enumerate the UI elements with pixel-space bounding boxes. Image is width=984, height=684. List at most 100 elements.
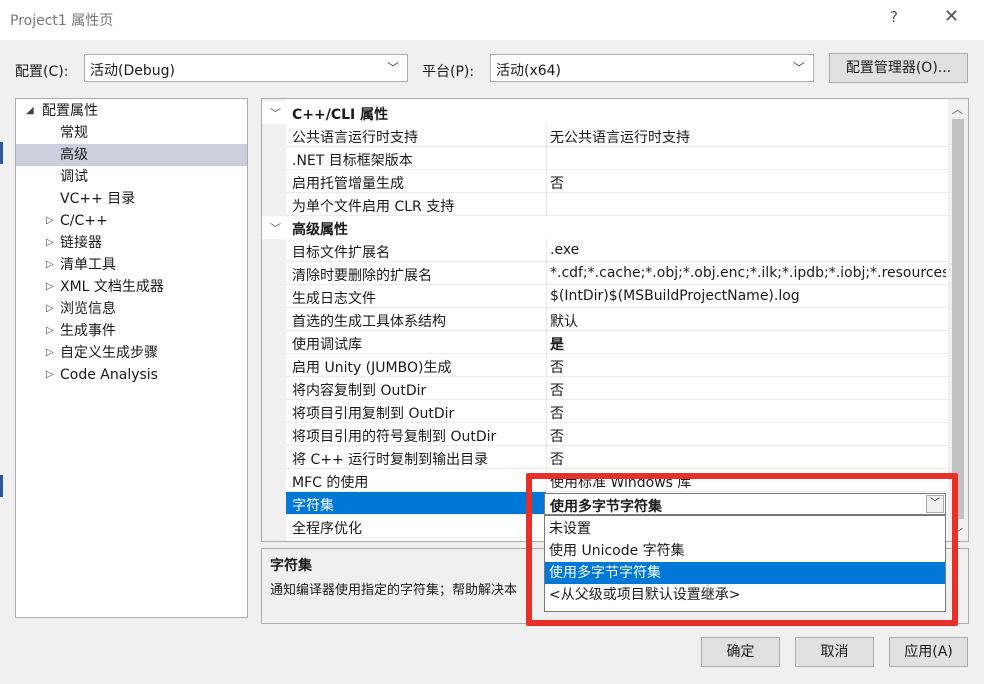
property-row[interactable]: 使用调试库 是 (286, 331, 948, 354)
property-row[interactable]: .NET 目标框架版本 (286, 147, 948, 170)
tree-item-advanced[interactable]: 高级 (16, 144, 247, 166)
property-name: 将项目引用的符号复制到 OutDir (292, 429, 497, 445)
property-name: 将项目引用复制到 OutDir (292, 406, 455, 422)
property-row[interactable]: 启用 Unity (JUMBO)生成 否 (286, 354, 948, 377)
collapsed-triangle-icon[interactable]: ▷ (46, 232, 54, 254)
property-name: 启用托管增量生成 (292, 176, 404, 192)
property-row[interactable]: 为单个文件启用 CLR 支持 (286, 193, 948, 216)
tree-item-label: C/C++ (60, 213, 108, 229)
category-advanced[interactable]: ﹀ 高级属性 (262, 216, 948, 239)
property-name: 目标文件扩展名 (292, 245, 390, 261)
tree-item-label: 浏览信息 (60, 301, 116, 317)
tree-item-custom-build[interactable]: ▷ 自定义生成步骤 (16, 342, 247, 364)
property-row[interactable]: 首选的生成工具体系结构 默认 (286, 308, 948, 331)
property-row[interactable]: 将 C++ 运行时复制到输出目录 否 (286, 446, 948, 469)
property-value[interactable]: *.cdf;*.cache;*.obj;*.obj.enc;*.ilk;*.ip… (550, 265, 946, 281)
category-cli[interactable]: ﹀ C++/CLI 属性 (262, 101, 948, 124)
property-value[interactable]: 否 (550, 357, 946, 377)
property-value[interactable]: 无公共语言运行时支持 (550, 127, 946, 147)
property-row[interactable]: 目标文件扩展名 .exe (286, 239, 948, 262)
apply-button[interactable]: 应用(A) (889, 637, 968, 667)
scroll-up-icon[interactable]: ︿ (952, 101, 963, 117)
collapsed-triangle-icon[interactable]: ▷ (46, 364, 54, 386)
tree-item-label: Code Analysis (60, 367, 158, 383)
property-name: 使用调试库 (292, 337, 362, 353)
tree-item-manifest-tool[interactable]: ▷ 清单工具 (16, 254, 247, 276)
property-name: MFC 的使用 (292, 475, 369, 491)
tree-item-label: 自定义生成步骤 (60, 345, 158, 361)
tree-item-vc-directories[interactable]: VC++ 目录 (16, 188, 247, 210)
collapsed-triangle-icon[interactable]: ▷ (46, 320, 54, 342)
tree-item-general[interactable]: 常规 (16, 122, 247, 144)
tree-item-build-events[interactable]: ▷ 生成事件 (16, 320, 247, 342)
property-name: 启用 Unity (JUMBO)生成 (292, 360, 452, 376)
collapsed-triangle-icon[interactable]: ▷ (46, 210, 54, 232)
property-row[interactable]: 生成日志文件 $(IntDir)$(MSBuildProjectName).log (286, 285, 948, 308)
expanded-triangle-icon[interactable]: ◢ (26, 100, 34, 122)
platform-label: 平台(P): (422, 64, 475, 80)
tree-item-xml-doc[interactable]: ▷ XML 文档生成器 (16, 276, 247, 298)
property-name: 全程序优化 (292, 521, 362, 537)
category-label: 高级属性 (292, 222, 348, 238)
window-title: Project1 属性页 (10, 13, 114, 29)
config-manager-button[interactable]: 配置管理器(O)... (829, 53, 968, 83)
property-row[interactable]: 启用托管增量生成 否 (286, 170, 948, 193)
tree-item-label: 高级 (60, 147, 88, 163)
tree-item-label: 常规 (60, 125, 88, 141)
tree-item-debugging[interactable]: 调试 (16, 166, 247, 188)
collapsed-triangle-icon[interactable]: ▷ (46, 254, 54, 276)
title-bar: Project1 属性页 ? ✕ (0, 0, 984, 40)
left-edge-strip (0, 142, 3, 164)
tree-item-label: VC++ 目录 (60, 191, 136, 207)
ok-button[interactable]: 确定 (701, 637, 780, 667)
config-select[interactable]: 活动(Debug) ﹀ (84, 54, 408, 82)
property-row[interactable]: 清除时要删除的扩展名 *.cdf;*.cache;*.obj;*.obj.enc;… (286, 262, 948, 285)
help-icon[interactable]: ? (890, 8, 898, 26)
collapse-chevron-icon[interactable]: ﹀ (270, 105, 281, 121)
property-name: .NET 目标框架版本 (292, 153, 413, 169)
property-name: 为单个文件启用 CLR 支持 (292, 199, 455, 215)
property-value[interactable]: 否 (550, 403, 946, 423)
tree-item-cpp[interactable]: ▷ C/C++ (16, 210, 247, 232)
property-name: 将内容复制到 OutDir (292, 383, 427, 399)
property-name: 公共语言运行时支持 (292, 130, 418, 146)
tree-item-browse-info[interactable]: ▷ 浏览信息 (16, 298, 247, 320)
property-value[interactable]: 否 (550, 426, 946, 446)
platform-select[interactable]: 活动(x64) ﹀ (490, 54, 814, 82)
collapsed-triangle-icon[interactable]: ▷ (46, 342, 54, 364)
property-tree: ◢ 配置属性 常规 高级 调试 VC++ 目录 ▷ C/C++ ▷ 链接器 ▷ … (15, 98, 248, 618)
property-value[interactable]: 否 (550, 173, 946, 193)
collapsed-triangle-icon[interactable]: ▷ (46, 276, 54, 298)
property-value[interactable]: .exe (550, 242, 946, 258)
cancel-button[interactable]: 取消 (795, 637, 874, 667)
property-value[interactable]: 否 (550, 449, 946, 469)
property-row[interactable]: 公共语言运行时支持 无公共语言运行时支持 (286, 124, 948, 147)
property-row[interactable]: 将项目引用的符号复制到 OutDir 否 (286, 423, 948, 446)
property-value[interactable]: 默认 (550, 311, 946, 331)
collapse-chevron-icon[interactable]: ﹀ (270, 220, 281, 236)
chevron-down-icon: ﹀ (792, 61, 805, 75)
property-name: 字符集 (286, 492, 546, 514)
property-row[interactable]: 将项目引用复制到 OutDir 否 (286, 400, 948, 423)
tree-item-label: 生成事件 (60, 323, 116, 339)
tree-item-label: 调试 (60, 169, 88, 185)
chevron-down-icon: ﹀ (386, 61, 399, 75)
collapsed-triangle-icon[interactable]: ▷ (46, 298, 54, 320)
left-edge-strip-lower (0, 475, 3, 497)
property-name: 首选的生成工具体系结构 (292, 314, 446, 330)
property-value[interactable]: 是 (550, 334, 946, 354)
tree-item-label: 清单工具 (60, 257, 116, 273)
tree-item-label: 配置属性 (42, 103, 98, 119)
property-value[interactable]: 否 (550, 380, 946, 400)
description-title: 字符集 (270, 558, 312, 574)
category-label: C++/CLI 属性 (292, 107, 389, 123)
tree-item-config-props[interactable]: ◢ 配置属性 (16, 100, 247, 122)
property-value[interactable]: $(IntDir)$(MSBuildProjectName).log (550, 288, 946, 304)
grid-gutter (262, 99, 286, 541)
scrollbar-thumb[interactable] (952, 119, 964, 519)
tree-item-label: XML 文档生成器 (60, 279, 164, 295)
close-icon[interactable]: ✕ (944, 6, 959, 27)
tree-item-linker[interactable]: ▷ 链接器 (16, 232, 247, 254)
tree-item-code-analysis[interactable]: ▷ Code Analysis (16, 364, 247, 386)
property-row[interactable]: 将内容复制到 OutDir 否 (286, 377, 948, 400)
